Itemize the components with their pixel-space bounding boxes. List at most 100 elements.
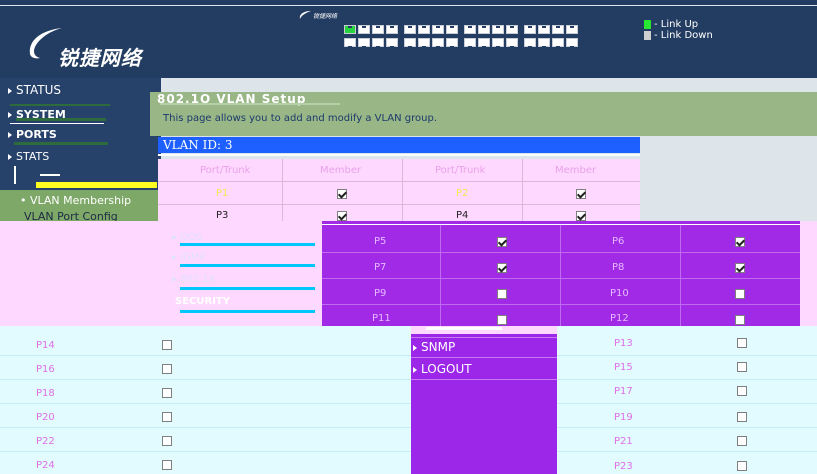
member-checkbox[interactable] [497,289,507,299]
ghost-bar [180,310,315,313]
member-checkbox[interactable] [162,340,172,350]
member-checkbox[interactable] [737,461,747,471]
ethernet-port-icon [566,38,578,48]
ethernet-port-icon [506,25,518,34]
member-checkbox[interactable] [162,436,172,446]
link-up-legend: - Link Up [654,19,699,30]
ethernet-port-icon [464,38,476,48]
port-notch [450,46,454,48]
ethernet-port-icon [552,38,564,48]
member-checkbox[interactable] [162,460,172,470]
ghost-menu-label: 802.1X [180,274,216,285]
table-row [158,182,640,205]
port-label: P15 [614,362,633,373]
title-underline [160,103,340,105]
port-label: P8 [612,262,625,273]
brand-logo-text: 锐捷网络 [58,46,142,70]
member-checkbox[interactable] [576,211,586,221]
menu-glitch-bar [40,174,60,176]
port-notch [422,46,426,48]
port-notch [482,46,486,48]
port-label: P20 [36,412,55,423]
column-divider [680,225,681,326]
member-checkbox[interactable] [162,364,172,374]
menu-arrow-icon [413,366,417,373]
ghost-menu-item: ▸ QOS [172,232,203,243]
sidebar-item-ports[interactable]: PORTS [0,128,161,141]
member-checkbox[interactable] [737,412,747,422]
port-notch [348,46,352,48]
ghost-menu-item: ▸ IGMP [172,252,206,263]
menu-arrow-icon [8,112,12,118]
ethernet-port-icon [358,25,370,34]
member-checkbox[interactable] [735,237,745,247]
member-checkbox[interactable] [497,315,507,325]
member-checkbox[interactable] [737,436,747,446]
sidebar-item-vlan-membership[interactable]: • VLAN Membership [20,194,131,207]
menu-item-label: SNMP [421,340,456,354]
member-checkbox[interactable] [737,362,747,372]
port-notch [556,26,560,28]
column-divider [522,159,523,221]
member-checkbox[interactable] [497,263,507,273]
port-label: P4 [456,210,469,221]
member-checkbox[interactable] [337,211,347,221]
ethernet-port-icon [386,38,398,48]
ethernet-port-icon [372,25,384,34]
row-divider [557,403,817,404]
vlan-id-label: VLAN ID: 3 [163,138,233,152]
port-notch [528,46,532,48]
member-checkbox[interactable] [735,263,745,273]
menu-item-logout[interactable]: LOGOUT [411,362,557,376]
member-checkbox[interactable] [737,338,747,348]
column-header-member: Member [555,165,597,176]
ethernet-port-icon [404,25,416,34]
row-divider [0,355,411,356]
member-checkbox[interactable] [735,315,745,325]
ethernet-port-icon [372,38,384,48]
port-label: P13 [614,338,633,349]
member-checkbox[interactable] [735,289,745,299]
ethernet-port-icon [344,25,356,34]
member-checkbox[interactable] [737,386,747,396]
menu-glitch-bar [14,166,16,184]
ethernet-port-icon [524,38,536,48]
row-divider [322,278,800,279]
row-divider [0,379,411,380]
port-label: P9 [374,288,387,299]
port-notch [468,26,472,28]
port-label: P17 [614,386,633,397]
member-checkbox[interactable] [162,412,172,422]
row-divider [557,355,817,356]
port-notch [362,46,366,48]
row-divider [158,181,640,182]
port-notch [510,26,514,28]
menu-item-snmp[interactable]: SNMP [411,340,557,354]
header-divider [0,5,817,6]
member-checkbox[interactable] [576,189,586,199]
ethernet-port-icon [566,25,578,34]
menu-arrow-icon [8,87,12,94]
port-label: P19 [614,412,633,423]
row-divider [322,304,800,305]
member-checkbox[interactable] [162,388,172,398]
mini-brand-text: 锐捷网络 [313,13,338,20]
ethernet-port-icon [418,38,430,48]
sidebar-item-stats[interactable]: STATS [0,150,161,163]
sidebar-item-status[interactable]: STATUS [0,83,161,97]
mini-logo-icon [299,11,311,19]
member-checkbox[interactable] [337,189,347,199]
port-notch [510,46,514,48]
port-notch [570,26,574,28]
ethernet-port-icon [492,25,504,34]
port-notch [542,46,546,48]
member-checkbox[interactable] [497,237,507,247]
link-up-swatch [644,20,651,29]
sidebar-item-label: STATS [16,150,50,163]
port-label: P1 [216,188,229,199]
row-divider [557,451,817,452]
port-notch [450,26,454,28]
ethernet-port-icon [418,25,430,34]
menu-glitch-bar [16,118,106,121]
table-row [158,205,640,221]
